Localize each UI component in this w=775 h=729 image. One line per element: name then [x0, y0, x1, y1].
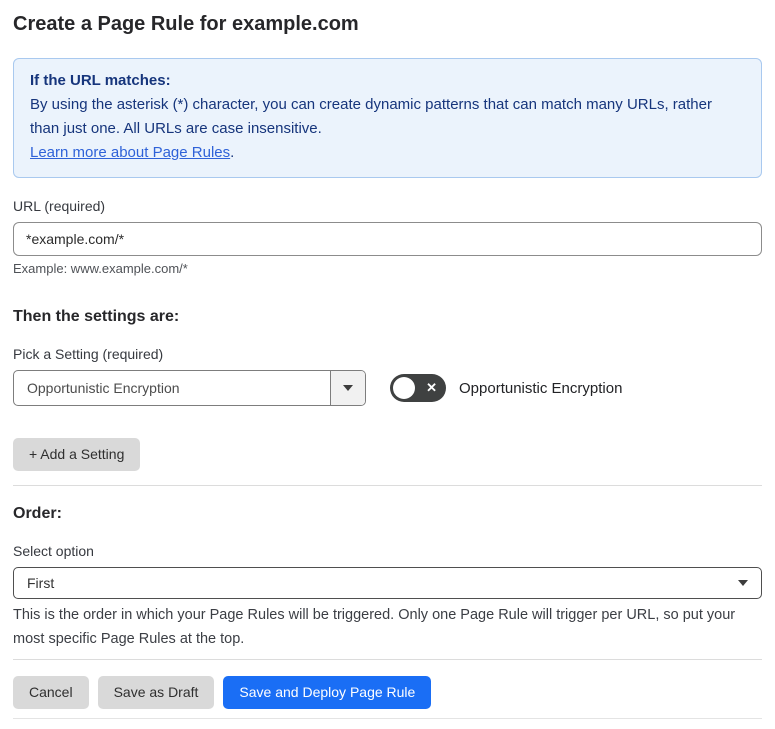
footer-actions: Cancel Save as Draft Save and Deploy Pag… [13, 676, 762, 709]
setting-row: Opportunistic Encryption ✕ Opportunistic… [13, 370, 762, 406]
order-heading: Order: [13, 505, 62, 522]
section-divider [13, 485, 762, 486]
order-select[interactable]: First [13, 567, 762, 599]
url-helper-text: Example: www.example.com/* [13, 261, 188, 276]
info-box-body-text: By using the asterisk (*) character, you… [30, 96, 712, 137]
add-setting-button[interactable]: + Add a Setting [13, 438, 141, 471]
url-label: URL (required) [13, 198, 106, 214]
footer-divider [13, 659, 762, 660]
settings-heading: Then the settings are: [13, 308, 180, 325]
encryption-toggle[interactable]: ✕ [390, 374, 446, 402]
save-deploy-button[interactable]: Save and Deploy Page Rule [223, 676, 432, 709]
info-box-body: By using the asterisk (*) character, you… [30, 93, 745, 165]
order-select-value: First [27, 575, 55, 591]
chevron-down-icon [343, 385, 353, 391]
info-box-heading: If the URL matches: [30, 72, 171, 89]
link-suffix: . [230, 144, 235, 161]
toggle-x-icon: ✕ [426, 380, 437, 395]
caret-down-icon [738, 580, 748, 586]
save-draft-button[interactable]: Save as Draft [97, 676, 215, 709]
page-title: Create a Page Rule for example.com [13, 13, 359, 35]
url-input[interactable] [13, 222, 762, 256]
setting-picker-label: Pick a Setting (required) [13, 346, 164, 362]
order-help-text: This is the order in which your Page Rul… [13, 607, 736, 647]
setting-select-arrow-button[interactable] [330, 371, 365, 405]
toggle-knob [393, 377, 415, 399]
info-box: If the URL matches: By using the asteris… [13, 58, 762, 178]
toggle-label: Opportunistic Encryption [459, 379, 623, 397]
bottom-divider [13, 718, 762, 719]
order-select-label: Select option [13, 543, 94, 559]
setting-select-value: Opportunistic Encryption [27, 380, 180, 396]
cancel-button[interactable]: Cancel [13, 676, 89, 709]
learn-more-link[interactable]: Learn more about Page Rules [30, 144, 230, 161]
page-rule-form: Create a Page Rule for example.com If th… [0, 12, 775, 729]
setting-select[interactable]: Opportunistic Encryption [13, 370, 366, 406]
